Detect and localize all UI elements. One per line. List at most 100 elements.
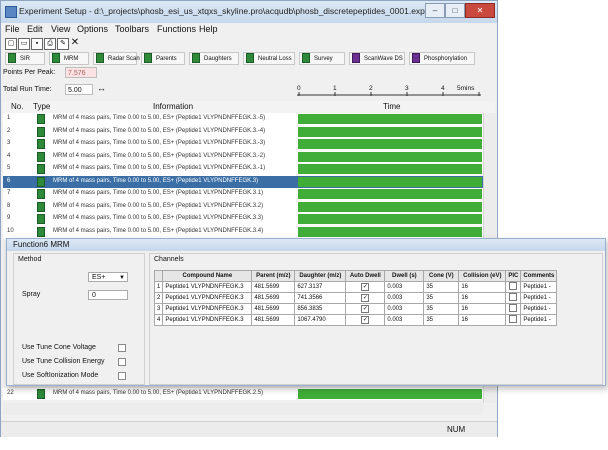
list-item[interactable]: 7 MRM of 4 mass pairs, Time 0.00 to 5.00,… xyxy=(3,188,483,200)
cell-name[interactable]: Peptide1 VLYPNDNFFEGK.3 xyxy=(162,314,253,326)
table-row[interactable]: 1 Peptide1 VLYPNDNFFEGK.3 481.5699 627.3137… xyxy=(153,281,558,293)
menu-view[interactable]: View xyxy=(51,24,70,34)
auto-dwell-cell[interactable]: ✓ xyxy=(345,292,386,304)
menu-options[interactable]: Options xyxy=(77,24,108,34)
col-auto-dwell[interactable]: Auto Dwell xyxy=(345,270,386,282)
spray-field[interactable]: 0 xyxy=(88,290,128,300)
pic-cell[interactable] xyxy=(505,292,522,304)
cell-parent[interactable]: 481.5699 xyxy=(251,303,296,315)
list-item[interactable]: 6 MRM of 4 mass pairs, Time 0.00 to 5.00,… xyxy=(3,175,483,188)
menu-functions[interactable]: Functions xyxy=(157,24,196,34)
delete-icon[interactable]: ✕ xyxy=(70,38,80,48)
cell-daughter[interactable]: 856.3835 xyxy=(294,303,347,315)
menu-file[interactable]: File xyxy=(5,24,20,34)
close-button[interactable]: ✕ xyxy=(465,3,495,18)
col-dwell[interactable]: Dwell (s) xyxy=(384,270,425,282)
daughters-button[interactable]: Daughters xyxy=(189,52,239,65)
pic-cell[interactable] xyxy=(505,303,522,315)
neutral-loss-button[interactable]: Neutral Loss xyxy=(243,52,295,65)
cell-dwell[interactable]: 0.003 xyxy=(384,281,425,293)
table-row[interactable]: 3 Peptide1 VLYPNDNFFEGK.3 481.5699 856.3835… xyxy=(153,303,558,315)
survey-button[interactable]: Survey xyxy=(299,52,345,65)
auto-dwell-checkbox[interactable]: ✓ xyxy=(361,305,370,313)
cell-daughter[interactable]: 1067.4790 xyxy=(294,314,347,326)
col-comments[interactable]: Comments xyxy=(520,270,558,282)
cell-idx[interactable]: 4 xyxy=(153,314,164,326)
cell-collision[interactable]: 16 xyxy=(458,281,507,293)
cell-name[interactable]: Peptide1 VLYPNDNFFEGK.3 xyxy=(162,292,253,304)
pic-cell[interactable] xyxy=(505,314,522,326)
pic-checkbox[interactable] xyxy=(509,282,518,290)
cell-cone[interactable]: 35 xyxy=(423,303,460,315)
softionization-checkbox[interactable] xyxy=(118,372,126,380)
col-daughter[interactable]: Daughter (m/z) xyxy=(294,270,347,282)
pic-checkbox[interactable] xyxy=(509,293,518,301)
col-compound-name[interactable]: Compound Name xyxy=(162,270,253,282)
radar-scan-button[interactable]: Radar Scan xyxy=(93,52,140,65)
cell-cone[interactable]: 35 xyxy=(423,281,460,293)
cell-parent[interactable]: 481.5699 xyxy=(251,281,296,293)
col-parent[interactable]: Parent (m/z) xyxy=(251,270,296,282)
menu-help[interactable]: Help xyxy=(199,24,218,34)
auto-dwell-checkbox[interactable]: ✓ xyxy=(361,283,370,291)
list-item[interactable]: 1 MRM of 4 mass pairs, Time 0.00 to 5.00,… xyxy=(3,113,483,125)
cell-cone[interactable]: 35 xyxy=(423,314,460,326)
list-item[interactable]: 22 MRM of 4 mass pairs, Time 0.00 to 5.0… xyxy=(3,388,483,400)
pic-checkbox[interactable] xyxy=(509,304,518,312)
auto-dwell-cell[interactable]: ✓ xyxy=(345,314,386,326)
cell-dwell[interactable]: 0.003 xyxy=(384,292,425,304)
col-no[interactable]: No. xyxy=(11,102,23,111)
cell-name[interactable]: Peptide1 VLYPNDNFFEGK.3 xyxy=(162,281,253,293)
col-time[interactable]: Time xyxy=(383,102,400,111)
cell-parent[interactable]: 481.5699 xyxy=(251,292,296,304)
horizontal-scrollbar[interactable] xyxy=(3,403,483,415)
cell-idx[interactable]: 2 xyxy=(153,292,164,304)
list-item[interactable]: 9 MRM of 4 mass pairs, Time 0.00 to 5.00,… xyxy=(3,213,483,225)
auto-dwell-checkbox[interactable]: ✓ xyxy=(361,294,370,302)
phosphorylation-button[interactable]: Phosphorylation xyxy=(409,52,475,65)
edit-icon[interactable]: ✎ xyxy=(57,38,69,50)
cell-comment[interactable]: Peptide1 - xyxy=(520,292,558,304)
menu-toolbars[interactable]: Toolbars xyxy=(115,24,149,34)
auto-dwell-cell[interactable]: ✓ xyxy=(345,303,386,315)
tune-cone-checkbox[interactable] xyxy=(118,344,126,352)
tune-collision-checkbox[interactable] xyxy=(118,358,126,366)
cell-parent[interactable]: 481.5699 xyxy=(251,314,296,326)
cell-daughter[interactable]: 741.3566 xyxy=(294,292,347,304)
mrm-button[interactable]: MRM xyxy=(49,52,89,65)
cell-dwell[interactable]: 0.003 xyxy=(384,303,425,315)
open-icon[interactable]: ▭ xyxy=(18,38,30,50)
col-type[interactable]: Type xyxy=(33,102,50,111)
scanwave-ds-button[interactable]: ScanWave DS xyxy=(349,52,405,65)
cell-comment[interactable]: Peptide1 - xyxy=(520,281,558,293)
list-item[interactable]: 4 MRM of 4 mass pairs, Time 0.00 to 5.00,… xyxy=(3,151,483,163)
pic-cell[interactable] xyxy=(505,281,522,293)
points-per-peak-field[interactable]: 7.576 xyxy=(65,67,97,78)
sir-button[interactable]: SIR xyxy=(5,52,45,65)
cell-idx[interactable]: 1 xyxy=(153,281,164,293)
cell-collision[interactable]: 16 xyxy=(458,314,507,326)
pic-checkbox[interactable] xyxy=(509,315,518,323)
list-item[interactable]: 10 MRM of 4 mass pairs, Time 0.00 to 5.00… xyxy=(3,226,483,238)
auto-dwell-checkbox[interactable]: ✓ xyxy=(361,316,370,324)
col-collision[interactable]: Collision (eV) xyxy=(458,270,507,282)
list-item[interactable]: 8 MRM of 4 mass pairs, Time 0.00 to 5.00,… xyxy=(3,201,483,213)
cell-idx[interactable]: 3 xyxy=(153,303,164,315)
maximize-button[interactable]: □ xyxy=(445,3,465,18)
cell-name[interactable]: Peptide1 VLYPNDNFFEGK.3 xyxy=(162,303,253,315)
col-information[interactable]: Information xyxy=(153,102,193,111)
cell-comment[interactable]: Peptide1 - xyxy=(520,314,558,326)
cell-cone[interactable]: 35 xyxy=(423,292,460,304)
total-run-time-field[interactable]: 5.00 xyxy=(65,84,93,95)
cell-dwell[interactable]: 0.003 xyxy=(384,314,425,326)
menu-edit[interactable]: Edit xyxy=(27,24,43,34)
parents-button[interactable]: Parents xyxy=(141,52,185,65)
minimize-button[interactable]: – xyxy=(425,3,445,18)
col-cone[interactable]: Cone (V) xyxy=(423,270,460,282)
cell-collision[interactable]: 16 xyxy=(458,303,507,315)
print-icon[interactable]: ⎙ xyxy=(44,38,56,50)
list-item[interactable]: 5 MRM of 4 mass pairs, Time 0.00 to 5.00,… xyxy=(3,163,483,175)
list-item[interactable]: 2 MRM of 4 mass pairs, Time 0.00 to 5.00,… xyxy=(3,126,483,138)
cell-comment[interactable]: Peptide1 - xyxy=(520,303,558,315)
cell-daughter[interactable]: 627.3137 xyxy=(294,281,347,293)
